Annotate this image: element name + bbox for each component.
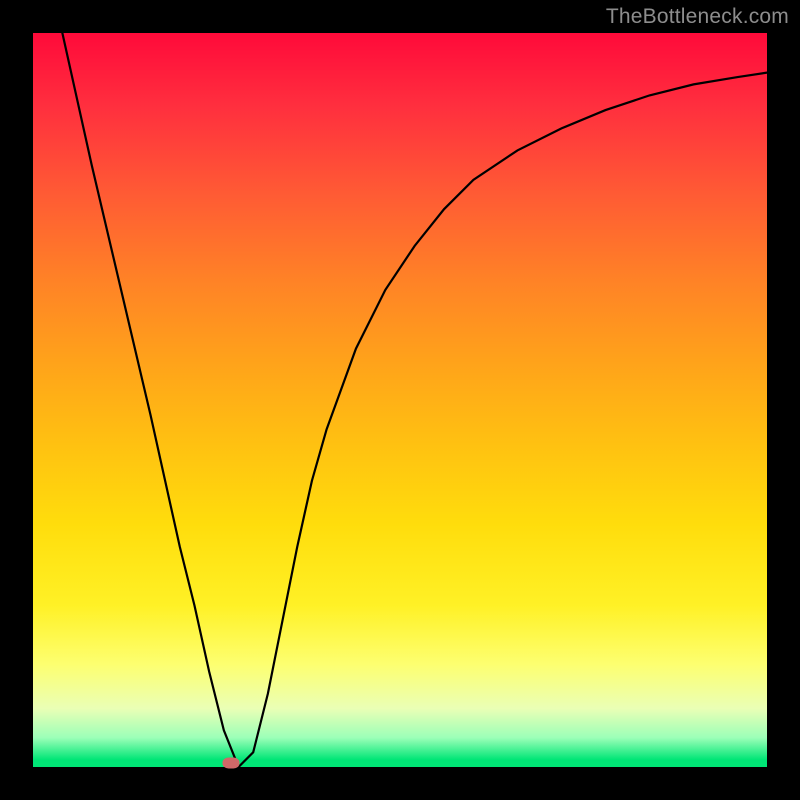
bottleneck-curve: [33, 33, 767, 767]
watermark-text: TheBottleneck.com: [606, 5, 789, 29]
min-marker: [223, 757, 240, 768]
curve-path: [62, 33, 767, 767]
plot-area: [33, 33, 767, 767]
chart-frame: TheBottleneck.com: [0, 0, 800, 800]
